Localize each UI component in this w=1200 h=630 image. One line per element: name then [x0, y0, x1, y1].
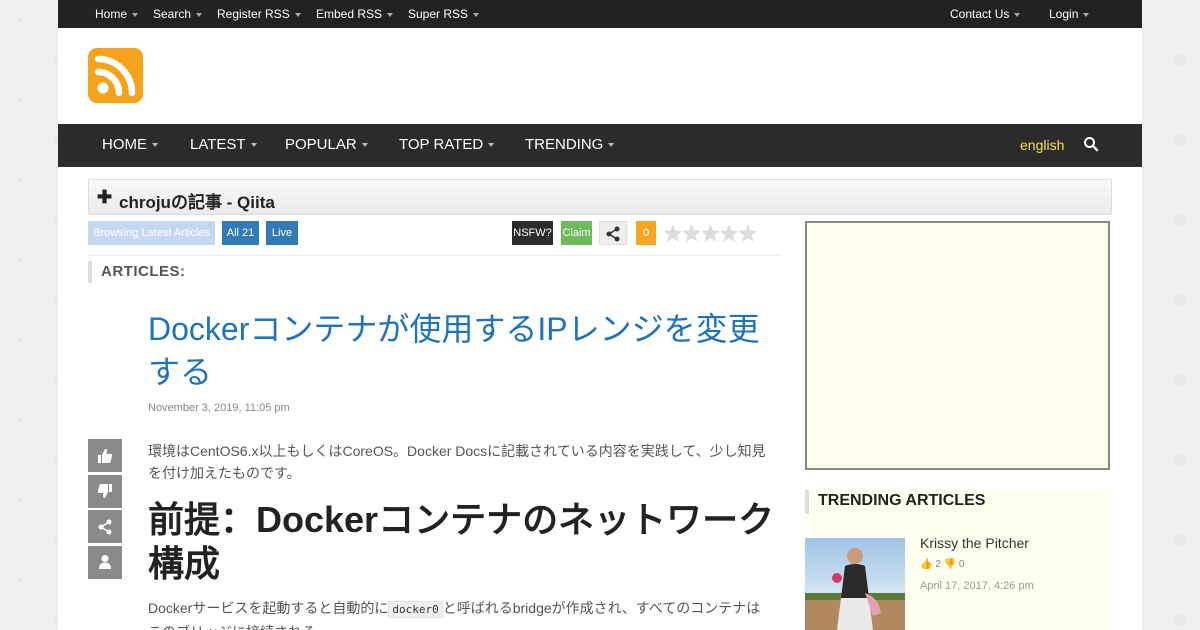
- caret-down-icon: [387, 12, 394, 17]
- share-icon: [98, 519, 112, 534]
- topnav-contact-us[interactable]: Contact Us: [950, 7, 1021, 21]
- topnav-super-rss-label: Super RSS: [408, 7, 469, 21]
- topnav-home-label: Home: [95, 7, 128, 21]
- trending-item-votes: 👍 2 👎 0: [920, 559, 964, 570]
- page: Home Search Register RSS Embed RSS Super…: [58, 0, 1142, 630]
- topnav-login[interactable]: Login: [1049, 7, 1090, 21]
- caret-down-icon: [488, 143, 495, 148]
- star-icon[interactable]: ★: [682, 223, 702, 245]
- main-nav: HOME LATEST POPULAR TOP RATED TRENDING e…: [58, 124, 1142, 167]
- rating-count: 0: [636, 221, 656, 245]
- feed-title: chrojuの記事 - Qiita: [119, 193, 275, 212]
- star-icon[interactable]: ★: [738, 223, 758, 245]
- top-bar: Home Search Register RSS Embed RSS Super…: [58, 0, 1142, 28]
- thumbs-down-icon: [97, 484, 112, 498]
- ad-box: [805, 221, 1110, 470]
- topnav-register-rss-label: Register RSS: [217, 7, 290, 21]
- nav-popular[interactable]: POPULAR: [285, 136, 368, 153]
- all-articles-button[interactable]: All 21: [222, 221, 259, 245]
- caret-down-icon: [152, 143, 158, 148]
- thumbs-up-icon: [98, 448, 113, 463]
- trending-item-title[interactable]: Krissy the Pitcher: [920, 535, 1029, 551]
- nav-top-rated-label: TOP RATED: [399, 136, 484, 153]
- article-title[interactable]: Dockerコンテナが使用するIPレンジを変更する: [148, 308, 768, 394]
- topnav-super-rss[interactable]: Super RSS: [408, 7, 480, 21]
- caret-down-icon: [608, 143, 615, 148]
- browsing-latest-button[interactable]: Browsing Latest Articles: [88, 221, 215, 245]
- inline-code: docker0: [388, 601, 443, 618]
- share-article-button[interactable]: [88, 510, 122, 543]
- caret-down-icon: [1014, 12, 1021, 17]
- search-icon[interactable]: [1083, 136, 1099, 152]
- caret-down-icon: [250, 143, 257, 148]
- caret-down-icon: [1083, 12, 1090, 17]
- claim-button[interactable]: Claim: [561, 221, 592, 245]
- rating-stars[interactable]: ★★★★★: [663, 223, 758, 245]
- dislike-button[interactable]: [88, 474, 122, 508]
- star-icon[interactable]: ★: [719, 223, 739, 245]
- caret-down-icon: [361, 143, 368, 148]
- header-logo-area: [58, 28, 1142, 124]
- topnav-home[interactable]: Home: [95, 7, 139, 21]
- nsfw-button[interactable]: NSFW?: [512, 221, 553, 245]
- topnav-contact-us-label: Contact Us: [950, 7, 1010, 21]
- likes-count: 2: [935, 559, 941, 570]
- language-selector[interactable]: english: [1020, 137, 1064, 153]
- dislikes-count: 0: [958, 559, 965, 570]
- topnav-search-label: Search: [153, 7, 192, 21]
- user-icon: [99, 555, 111, 569]
- rss-icon[interactable]: [88, 48, 143, 103]
- article-date: November 3, 2019, 11:05 pm: [148, 402, 290, 414]
- nav-home-label: HOME: [102, 136, 147, 153]
- caret-down-icon: [473, 12, 480, 17]
- nav-home[interactable]: HOME: [102, 136, 158, 153]
- trending-thumbnail[interactable]: [805, 538, 905, 630]
- topnav-search[interactable]: Search: [153, 7, 203, 21]
- nav-trending[interactable]: TRENDING: [525, 136, 615, 153]
- share-icon: [606, 226, 620, 242]
- author-button[interactable]: [88, 545, 122, 579]
- article-actions: [88, 439, 122, 581]
- nav-top-rated[interactable]: TOP RATED: [399, 136, 495, 153]
- nav-popular-label: POPULAR: [285, 136, 357, 153]
- caret-down-icon: [132, 12, 139, 17]
- star-icon[interactable]: ★: [700, 223, 720, 245]
- articles-heading: ARTICLES:: [88, 261, 186, 283]
- paragraph-text: Dockerサービスを起動すると自動的に: [148, 600, 389, 616]
- live-button[interactable]: Live: [266, 221, 298, 245]
- caret-down-icon: [196, 12, 203, 17]
- nav-latest-label: LATEST: [190, 136, 246, 153]
- caret-down-icon: [294, 12, 301, 17]
- topnav-login-label: Login: [1049, 7, 1079, 21]
- share-button[interactable]: [599, 221, 627, 245]
- divider: [88, 255, 781, 256]
- thumbs-down-icon: 👎: [943, 559, 957, 570]
- thumbs-up-icon: 👍: [920, 559, 933, 570]
- trending-heading: TRENDING ARTICLES: [805, 490, 1110, 514]
- article-paragraph: Dockerサービスを起動すると自動的に docker0 と呼ばれるbridgeが作…: [148, 597, 773, 630]
- plus-icon[interactable]: ✚: [97, 187, 112, 208]
- nav-latest[interactable]: LATEST: [190, 136, 257, 153]
- topnav-embed-rss[interactable]: Embed RSS: [316, 7, 394, 21]
- topnav-embed-rss-label: Embed RSS: [316, 7, 383, 21]
- article-paragraph: 環境はCentOS6.x以上もしくはCoreOS。Docker Docsに記載さ…: [148, 443, 766, 481]
- nav-trending-label: TRENDING: [525, 136, 604, 153]
- article-heading: 前提：Dockerコンテナのネットワーク構成: [148, 499, 775, 584]
- like-button[interactable]: [88, 439, 122, 472]
- star-icon[interactable]: ★: [663, 223, 683, 245]
- trending-item-date: April 17, 2017, 4:26 pm: [920, 580, 1034, 592]
- topnav-register-rss[interactable]: Register RSS: [217, 7, 301, 21]
- feed-title-bar: ✚ chrojuの記事 - Qiita: [88, 179, 1112, 215]
